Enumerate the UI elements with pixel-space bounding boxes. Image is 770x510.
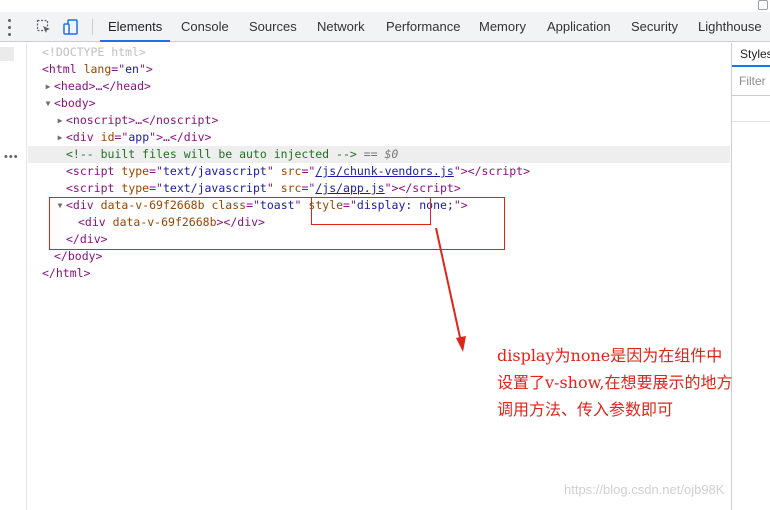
watermark: https://blog.csdn.net/ojb98K: [564, 482, 725, 497]
annotation-text-line-2: 设置了v-show,在想要展示的地方: [497, 373, 733, 392]
annotation-arrow-icon: [435, 227, 466, 352]
annotation-text-line-1: display为none是因为在组件中: [497, 346, 723, 365]
annotation-text-line-3: 调用方法、传入参数即可: [497, 400, 674, 419]
